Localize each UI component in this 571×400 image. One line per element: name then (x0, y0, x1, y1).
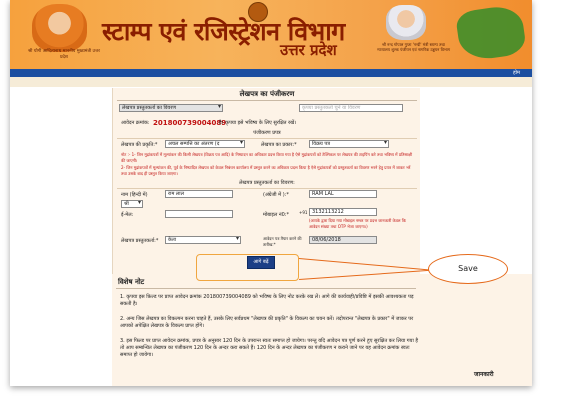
header-banner: श्री योगी आदित्यनाथ माननीय मुख्यमंत्री उ… (10, 0, 532, 69)
property-type-select[interactable]: अचल सम्पत्ति का अंतरण (द (165, 140, 245, 148)
deed-type-label: लेखपत्र का प्रकार:* (261, 142, 297, 148)
section-divider (117, 138, 417, 139)
chief-minister-photo (32, 4, 87, 52)
name-hindi-input[interactable]: राम लाल (165, 190, 233, 198)
email-input[interactable] (165, 210, 233, 218)
email-label: ई-मेल: (121, 212, 134, 218)
note-item: 1. कृपया इस फ़िल्ड पर प्राप्त आवेदन क्रम… (120, 294, 414, 307)
presenter-role-select[interactable]: केता (165, 236, 241, 244)
presenter-select[interactable]: लेखपत्र प्रस्तुतकर्ता का विवरण (119, 104, 223, 112)
mobile-label: मोबाइल नं0:* (263, 212, 290, 218)
state-map-icon (454, 3, 528, 63)
presenter-divider (117, 188, 417, 189)
mobile-note: (आपके द्वारा दिया गया मोबाइल नम्बर पर प्… (309, 218, 406, 229)
presenter-role-label: लेखपत्र प्रस्तुतकर्ता:* (121, 238, 159, 244)
date-label: आवेदन पत्र तैयार करने की तारीख:* (263, 236, 302, 247)
sidebar-info-label: जानकारी (474, 371, 494, 378)
application-label: आवेदन क्रमांक: (121, 120, 150, 126)
form-section-title: पंजीकरण प्रपत्र (253, 130, 281, 136)
deed-type-select[interactable]: विक्रय पत्र (309, 140, 389, 148)
save-button[interactable]: आगे बढ़ें (247, 256, 275, 269)
application-number: 201800739004089 (153, 119, 227, 127)
note-item: 2. अन्य जिस लेखपत्र का विकल्पन करना चाहत… (120, 316, 414, 329)
state-subtitle: उत्तर प्रदेश (280, 41, 337, 59)
date-input: 08/06/2018 (309, 236, 377, 244)
save-callout: Save (428, 254, 508, 284)
note-item: 3. इस फिल्ड पर प्राप्त आवेदन क्रमांक, प्… (120, 338, 419, 358)
mobile-prefix: +91 (299, 210, 308, 215)
heading-divider (117, 100, 417, 101)
property-type-label: लेखपत्र की प्रकृति:* (121, 142, 158, 148)
name-english-input[interactable]: RAM LAL (309, 190, 377, 198)
prefix-select[interactable]: श्री (121, 200, 143, 208)
minister-photo (386, 5, 426, 40)
special-notes: विशेष नोट 1. कृपया इस फ़िल्ड पर प्राप्त … (112, 274, 532, 386)
left-photo-caption: श्री योगी आदित्यनाथ माननीय मुख्यमंत्री उ… (28, 49, 100, 60)
presenter-section-title: लेखपत्र प्रस्तुतकर्ता का विवरण: (239, 180, 295, 186)
note-line-1: नोट :- 1- जिन मुद्रांकपत्रों में मूल्यां… (121, 152, 413, 163)
right-photo-caption: श्री नन्द गोपाल गुप्ता 'नन्दी' मंत्री स्… (377, 42, 450, 52)
name-english-label: (अंग्रेजी में ):* (263, 192, 289, 198)
name-hindi-label: नाम (हिन्दी में) (121, 192, 148, 198)
notes-title: विशेष नोट (118, 278, 145, 286)
mobile-input[interactable]: 3132113212 (309, 208, 377, 216)
sub-nav-strip (10, 77, 532, 87)
note-line-2: 2- जिन मुद्रांकपत्रों में मूल्यांकन की, … (121, 165, 411, 176)
home-link[interactable]: होम (513, 69, 520, 77)
page-title: लेखपत्र का पंजीकरण (239, 90, 295, 98)
application-note: है। कृपया इसे भविष्य के लिए सुरक्षित रखे… (219, 120, 297, 126)
notes-divider (116, 288, 416, 289)
presenter-search-input[interactable]: कृपया प्रस्तुतकर्ता चुनें या विवरण (299, 104, 403, 112)
nav-bar: होम (10, 69, 532, 77)
